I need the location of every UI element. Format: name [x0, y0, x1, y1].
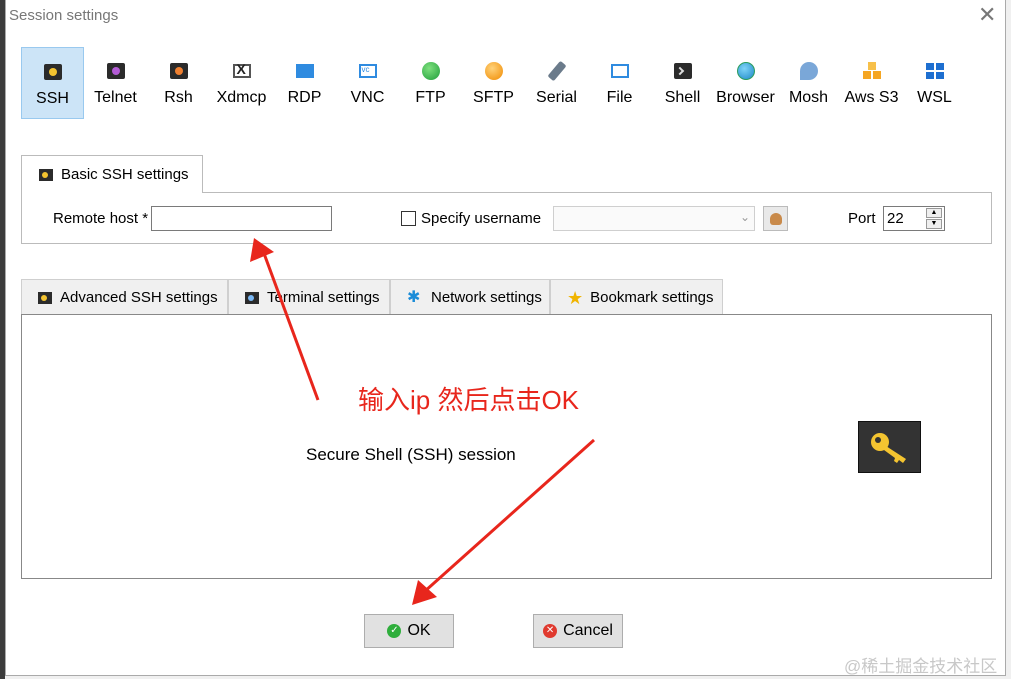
chevron-down-icon: ⌄ — [739, 210, 750, 224]
session-description: Secure Shell (SSH) session — [306, 445, 516, 464]
file-icon — [610, 64, 629, 78]
ftp-globe-icon — [421, 62, 440, 80]
cancel-x-icon: ✕ — [543, 624, 558, 638]
aws-cubes-icon — [862, 62, 881, 80]
tab-network-settings[interactable]: Network settings — [390, 279, 550, 315]
protocol-xdmcp[interactable]: Xdmcp — [210, 47, 273, 119]
network-icon — [407, 287, 423, 307]
protocol-vnc[interactable]: VNC — [336, 47, 399, 119]
specify-username-checkbox[interactable] — [401, 211, 416, 226]
protocol-shell[interactable]: Shell — [651, 47, 714, 119]
protocol-toolbar: SSH Telnet Rsh Xdmcp RDP VNC FTP SFTP — [21, 47, 966, 119]
key-icon — [38, 291, 52, 304]
browser-globe-icon — [736, 62, 755, 80]
protocol-sftp[interactable]: SFTP — [462, 47, 525, 119]
cancel-label: Cancel — [563, 622, 613, 639]
protocol-label: Rsh — [164, 89, 193, 106]
protocol-label: FTP — [415, 89, 446, 106]
tab-label: Network settings — [431, 289, 542, 306]
protocol-telnet[interactable]: Telnet — [84, 47, 147, 119]
ok-label: OK — [407, 622, 431, 639]
protocol-ftp[interactable]: FTP — [399, 47, 462, 119]
tab-bookmark-settings[interactable]: ★ Bookmark settings — [550, 279, 723, 315]
protocol-label: SFTP — [473, 89, 514, 106]
ssh-key-icon — [858, 421, 921, 473]
protocol-wsl[interactable]: WSL — [903, 47, 966, 119]
tab-label: Basic SSH settings — [61, 166, 189, 183]
protocol-rdp[interactable]: RDP — [273, 47, 336, 119]
ssh-key-icon — [43, 64, 62, 80]
wsl-windows-icon — [925, 63, 944, 79]
protocol-label: Browser — [716, 89, 775, 106]
sftp-globe-icon — [484, 62, 503, 80]
serial-plug-icon — [547, 60, 566, 82]
protocol-label: Serial — [536, 89, 577, 106]
protocol-label: VNC — [350, 89, 385, 106]
user-manager-button[interactable] — [763, 206, 788, 231]
protocol-label: File — [606, 89, 633, 106]
port-decrement-button[interactable]: ▼ — [926, 219, 942, 229]
tab-label: Terminal settings — [267, 289, 380, 306]
protocol-label: RDP — [287, 89, 322, 106]
protocol-label: Telnet — [94, 89, 137, 106]
star-icon: ★ — [567, 287, 584, 308]
protocol-label: Xdmcp — [216, 89, 267, 106]
protocol-browser[interactable]: Browser — [714, 47, 777, 119]
user-icon — [769, 212, 782, 225]
close-icon[interactable]: ✕ — [978, 4, 996, 26]
rdp-icon — [295, 64, 314, 78]
protocol-label: SSH — [36, 90, 69, 107]
rsh-icon — [169, 63, 188, 79]
port-stepper[interactable]: 22 ▲ ▼ — [883, 206, 945, 231]
protocol-file[interactable]: File — [588, 47, 651, 119]
vnc-icon — [358, 64, 377, 78]
tab-basic-ssh-settings[interactable]: Basic SSH settings — [21, 155, 203, 193]
key-icon — [39, 168, 53, 181]
tab-label: Advanced SSH settings — [60, 289, 218, 306]
protocol-rsh[interactable]: Rsh — [147, 47, 210, 119]
protocol-label: Aws S3 — [844, 89, 899, 106]
protocol-mosh[interactable]: Mosh — [777, 47, 840, 119]
protocol-label: WSL — [917, 89, 952, 106]
window-title: Session settings — [9, 7, 119, 24]
annotation-text: 输入ip 然后点击OK — [358, 385, 580, 415]
port-label: Port — [848, 210, 876, 227]
mosh-dish-icon — [799, 62, 818, 80]
remote-host-label: Remote host * — [53, 210, 149, 227]
telnet-icon — [106, 63, 125, 79]
ok-button[interactable]: ✓ OK — [364, 614, 454, 648]
protocol-label: Shell — [664, 89, 701, 106]
tab-label: Bookmark settings — [590, 289, 714, 306]
session-settings-window: Session settings ✕ SSH Telnet Rsh Xdmcp … — [0, 0, 1011, 679]
protocol-aws-s3[interactable]: Aws S3 — [840, 47, 903, 119]
cancel-button[interactable]: ✕ Cancel — [533, 614, 623, 648]
protocol-label: Mosh — [788, 89, 829, 106]
tab-advanced-ssh-settings[interactable]: Advanced SSH settings — [21, 279, 228, 315]
check-icon: ✓ — [387, 624, 402, 638]
username-combo[interactable]: ⌄ — [553, 206, 755, 231]
shell-terminal-icon — [673, 63, 692, 79]
terminal-icon — [245, 291, 259, 304]
port-value[interactable]: 22 — [887, 210, 904, 227]
xdmcp-icon — [232, 61, 251, 78]
protocol-ssh[interactable]: SSH — [21, 47, 84, 119]
specify-username-label[interactable]: Specify username — [421, 210, 541, 227]
port-increment-button[interactable]: ▲ — [926, 208, 942, 218]
remote-host-input[interactable] — [151, 206, 332, 231]
tab-terminal-settings[interactable]: Terminal settings — [228, 279, 390, 315]
watermark: @稀土掘金技术社区 — [844, 657, 998, 676]
protocol-serial[interactable]: Serial — [525, 47, 588, 119]
